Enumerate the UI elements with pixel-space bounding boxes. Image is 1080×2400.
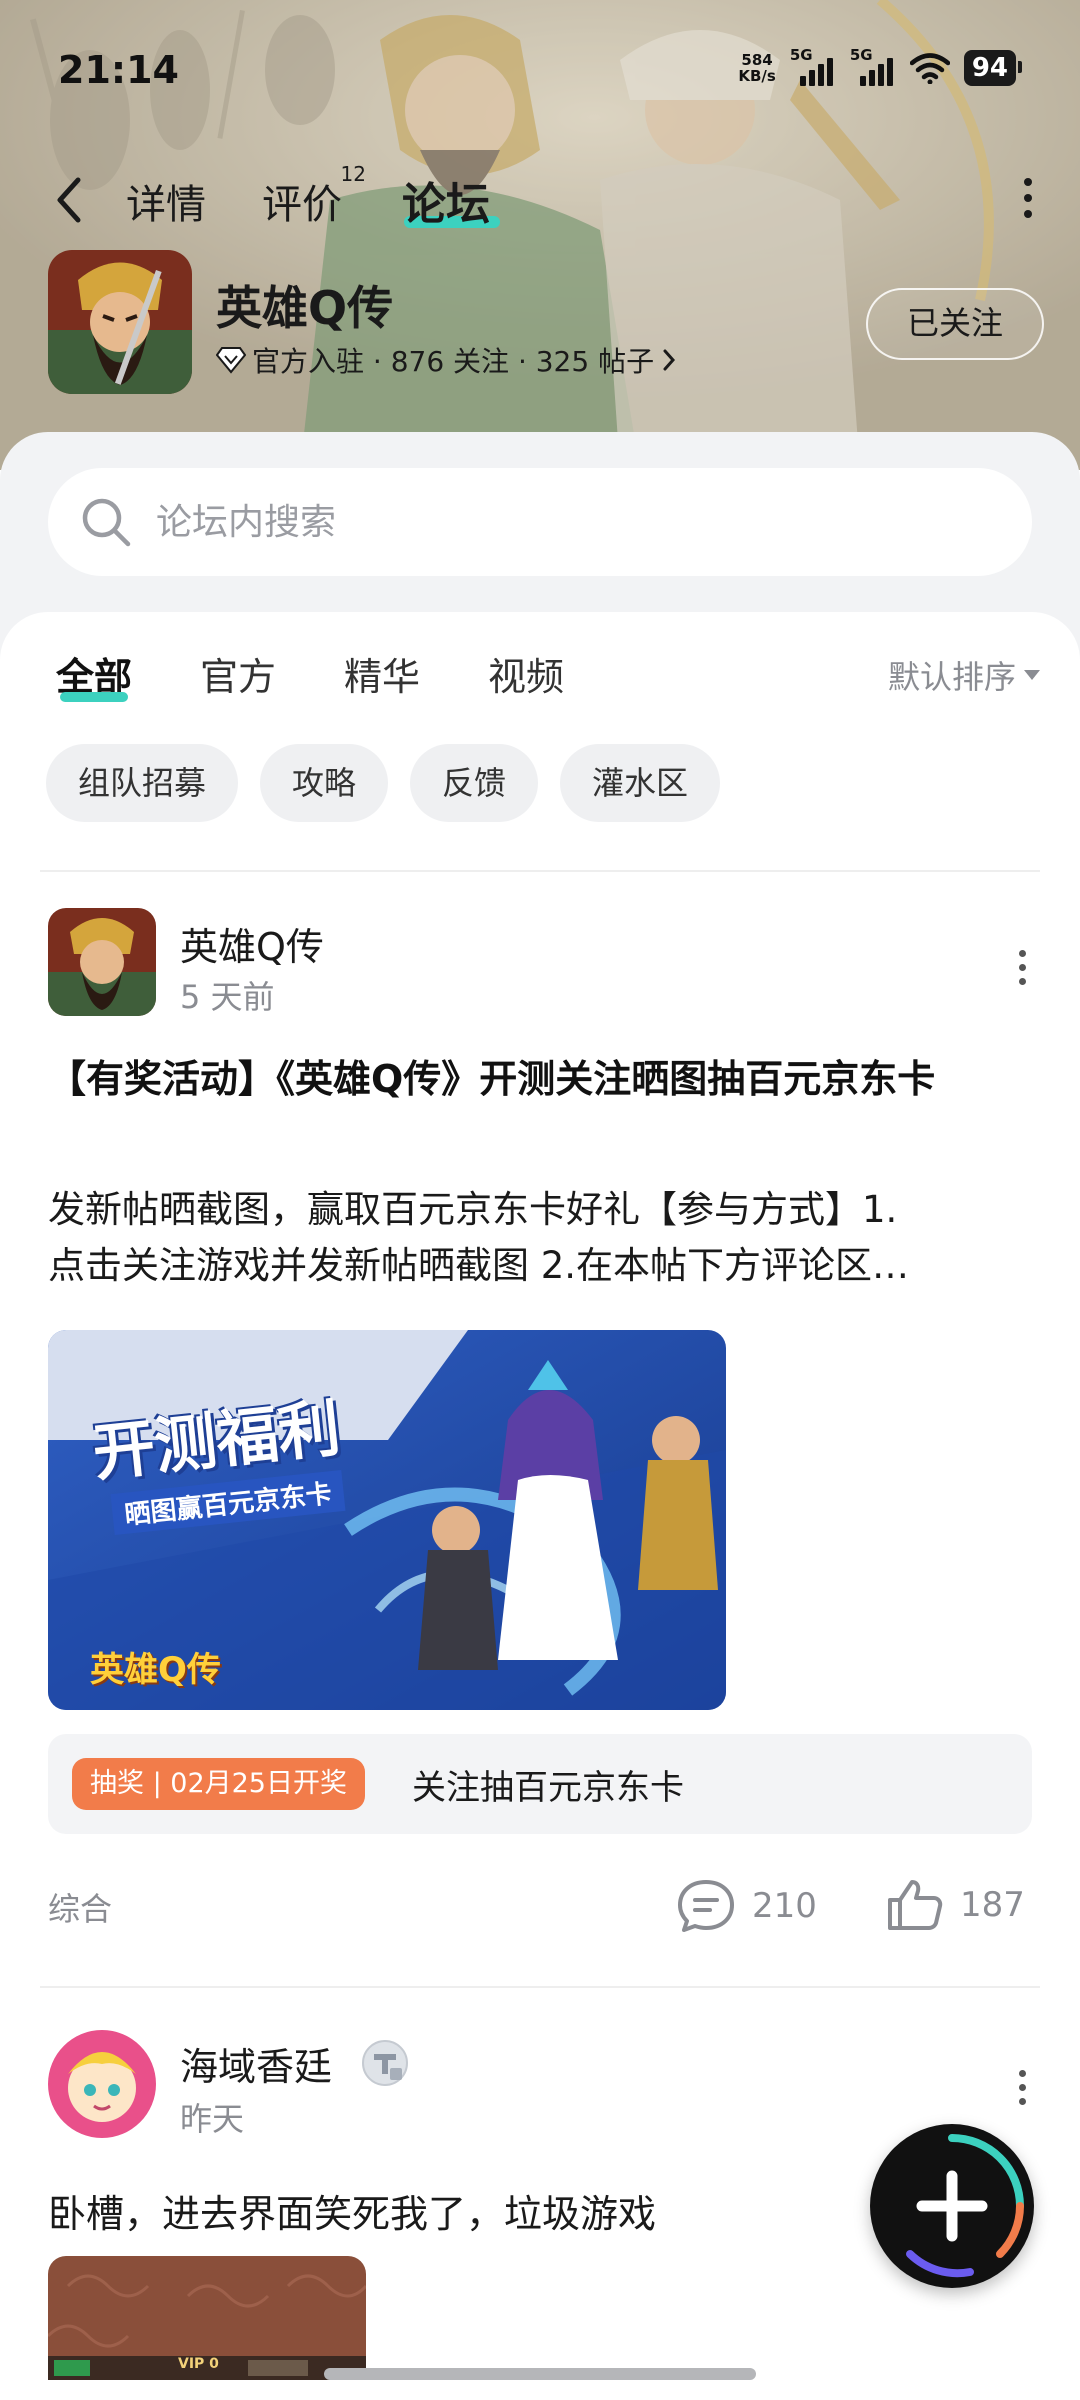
signal-icon: 5G — [850, 46, 896, 86]
chevron-right-icon — [663, 349, 676, 371]
signal-icon: 5G — [790, 46, 836, 86]
filter-tab-video[interactable]: 视频 — [488, 646, 564, 701]
search-input[interactable] — [156, 492, 976, 552]
create-post-button[interactable] — [870, 2124, 1034, 2288]
post-time: 5 天前 — [180, 978, 275, 1016]
lottery-text: 关注抽百元京东卡 — [412, 1768, 684, 1808]
chip-chitchat[interactable]: 灌水区 — [560, 744, 721, 822]
game-name: 英雄Q传 — [216, 281, 394, 335]
tab-details[interactable]: 详情 — [126, 172, 206, 230]
tab-forum[interactable]: 论坛 — [402, 168, 490, 232]
network-speed: 584 KB/s — [738, 52, 775, 84]
author-name[interactable]: 海域香廷 — [180, 2036, 332, 2091]
comments-stat[interactable]: 210 — [676, 1878, 817, 1934]
divider — [40, 870, 1040, 872]
post-more-icon[interactable] — [1014, 950, 1030, 990]
comments-count: 210 — [752, 1886, 817, 1926]
caret-down-icon — [1024, 670, 1040, 680]
author-name[interactable]: 英雄Q传 — [180, 916, 324, 971]
back-arrow-icon[interactable] — [50, 172, 90, 228]
post-more-icon[interactable] — [1014, 2070, 1030, 2110]
forum-search-box[interactable] — [48, 468, 1032, 576]
status-bar: 21:14 584 KB/s 5G 5G 94 — [0, 0, 1080, 140]
game-info: 英雄Q传 官方入驻 · 876 关注 · 325 帖子 已关注 — [48, 250, 1048, 400]
tab-reviews-label: 评价 — [262, 182, 342, 228]
game-meta-text: 官方入驻 · 876 关注 · 325 帖子 — [252, 345, 655, 378]
lottery-card[interactable]: 抽奖 | 02月25日开奖 关注抽百元京东卡 — [48, 1734, 1032, 1834]
post-category[interactable]: 综合 — [48, 1884, 112, 1930]
author-avatar[interactable] — [48, 2030, 156, 2138]
filter-tab-underline — [60, 692, 128, 702]
more-options-icon[interactable] — [1020, 178, 1036, 226]
post-title[interactable]: 【有奖活动】《英雄Q传》开测关注晒图抽百元京东卡 — [48, 1052, 1032, 1106]
divider — [40, 1986, 1040, 1988]
comment-icon — [678, 1880, 734, 1932]
status-icons: 584 KB/s 5G 5G 94 — [738, 46, 1023, 86]
network-speed-value: 584 — [741, 51, 773, 69]
banner-logo: 英雄Q传 — [90, 1650, 221, 1690]
post-image-thumbnail[interactable]: VIP 0 — [48, 2256, 366, 2380]
wifi-icon — [909, 53, 950, 84]
author-avatar[interactable] — [48, 908, 156, 1016]
sort-dropdown[interactable]: 默认排序 — [888, 652, 1040, 698]
chip-feedback[interactable]: 反馈 — [410, 744, 539, 822]
game-meta[interactable]: 官方入驻 · 876 关注 · 325 帖子 — [216, 340, 678, 380]
filter-tab-featured[interactable]: 精华 — [344, 646, 420, 701]
post-image[interactable]: 开测福利 晒图赢百元京东卡 英雄Q传 — [48, 1330, 726, 1710]
likes-count: 187 — [960, 1885, 1025, 1925]
reviews-count-badge: 12 — [340, 162, 366, 186]
filter-tab-official[interactable]: 官方 — [200, 646, 276, 701]
likes-stat[interactable]: 187 — [886, 1878, 1025, 1932]
game-icon[interactable] — [48, 250, 192, 394]
post-time: 昨天 — [180, 2100, 245, 2138]
chip-guides[interactable]: 攻略 — [260, 744, 389, 822]
tab-reviews[interactable]: 评价 12 — [262, 162, 366, 230]
network-speed-unit: KB/s — [738, 67, 776, 85]
sim2-label: 5G — [849, 46, 873, 64]
post-body-line: 发新帖晒截图，赢取百元京东卡好礼【参与方式】1. — [48, 1188, 898, 1231]
plus-icon — [906, 2134, 1024, 2278]
game-header-banner: 21:14 584 KB/s 5G 5G 94 详情 评价 12 论坛 英雄Q传… — [0, 0, 1080, 470]
search-icon — [82, 498, 131, 547]
battery-indicator: 94 — [963, 50, 1023, 86]
lottery-tag: 抽奖 | 02月25日开奖 — [72, 1758, 365, 1810]
post-body-line: 点击关注游戏并发新帖晒截图 2.在本帖下方评论区… — [48, 1244, 910, 1287]
home-indicator[interactable] — [324, 2368, 756, 2380]
followed-button[interactable]: 已关注 — [866, 288, 1044, 360]
sim1-label: 5G — [789, 46, 813, 64]
verified-diamond-icon — [216, 347, 246, 374]
user-level-badge-icon — [362, 2040, 408, 2086]
sort-label: 默认排序 — [887, 658, 1016, 696]
thumbs-up-icon — [888, 1880, 943, 1930]
topic-chips: 组队招募 攻略 反馈 灌水区 — [46, 744, 721, 822]
status-time: 21:14 — [58, 48, 179, 92]
post-body[interactable]: 发新帖晒截图，赢取百元京东卡好礼【参与方式】1. 点击关注游戏并发新帖晒截图 2… — [48, 1182, 1032, 1294]
thumbnail-vip-text: VIP 0 — [178, 2356, 219, 2372]
chip-team-recruit[interactable]: 组队招募 — [46, 744, 239, 822]
top-nav: 详情 评价 12 论坛 — [0, 160, 1080, 240]
